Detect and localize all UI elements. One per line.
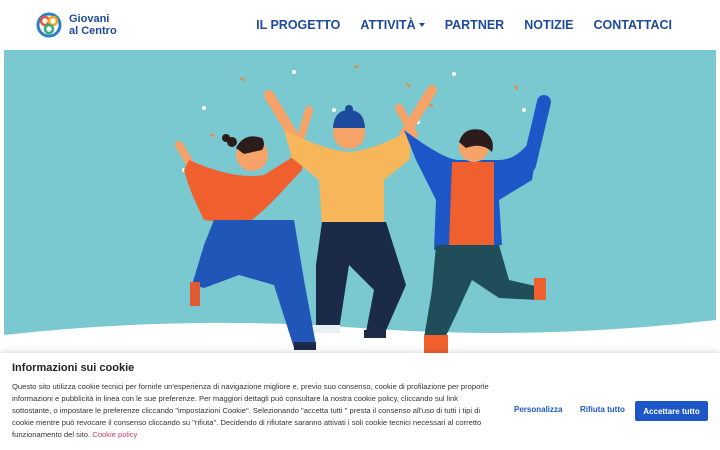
nav-il-progetto[interactable]: IL PROGETTO <box>256 18 340 32</box>
site-header: Giovani al Centro IL PROGETTO ATTIVITÀ P… <box>0 0 720 50</box>
accept-all-button[interactable]: Accettare tutto <box>635 401 708 421</box>
cookie-policy-link[interactable]: Cookie policy <box>92 430 137 439</box>
logo-icon <box>36 12 62 38</box>
reject-all-button[interactable]: Rifiuta tutto <box>580 405 625 414</box>
hero-banner <box>4 50 716 355</box>
nav-partner[interactable]: PARTNER <box>445 18 505 32</box>
cookie-title: Informazioni sui cookie <box>12 362 135 374</box>
nav-attivita[interactable]: ATTIVITÀ <box>360 18 425 32</box>
personalize-button[interactable]: Personalizza <box>514 405 562 414</box>
logo-line-1: Giovani <box>69 13 110 25</box>
main-nav: IL PROGETTO ATTIVITÀ PARTNER NOTIZIE CON… <box>236 18 672 32</box>
cookie-banner: Informazioni sui cookie Questo sito util… <box>0 353 720 450</box>
cookie-description: Questo sito utilizza cookie tecnici per … <box>12 382 489 439</box>
site-logo[interactable]: Giovani al Centro <box>34 10 124 40</box>
logo-text: Giovani al Centro <box>69 13 117 37</box>
nav-notizie[interactable]: NOTIZIE <box>524 18 573 32</box>
logo-line-2: al Centro <box>69 25 117 37</box>
cookie-text: Questo sito utilizza cookie tecnici per … <box>12 381 496 441</box>
hero-illustration <box>4 50 716 355</box>
nav-contattaci[interactable]: CONTATTACI <box>594 18 672 32</box>
chevron-down-icon <box>418 23 425 27</box>
